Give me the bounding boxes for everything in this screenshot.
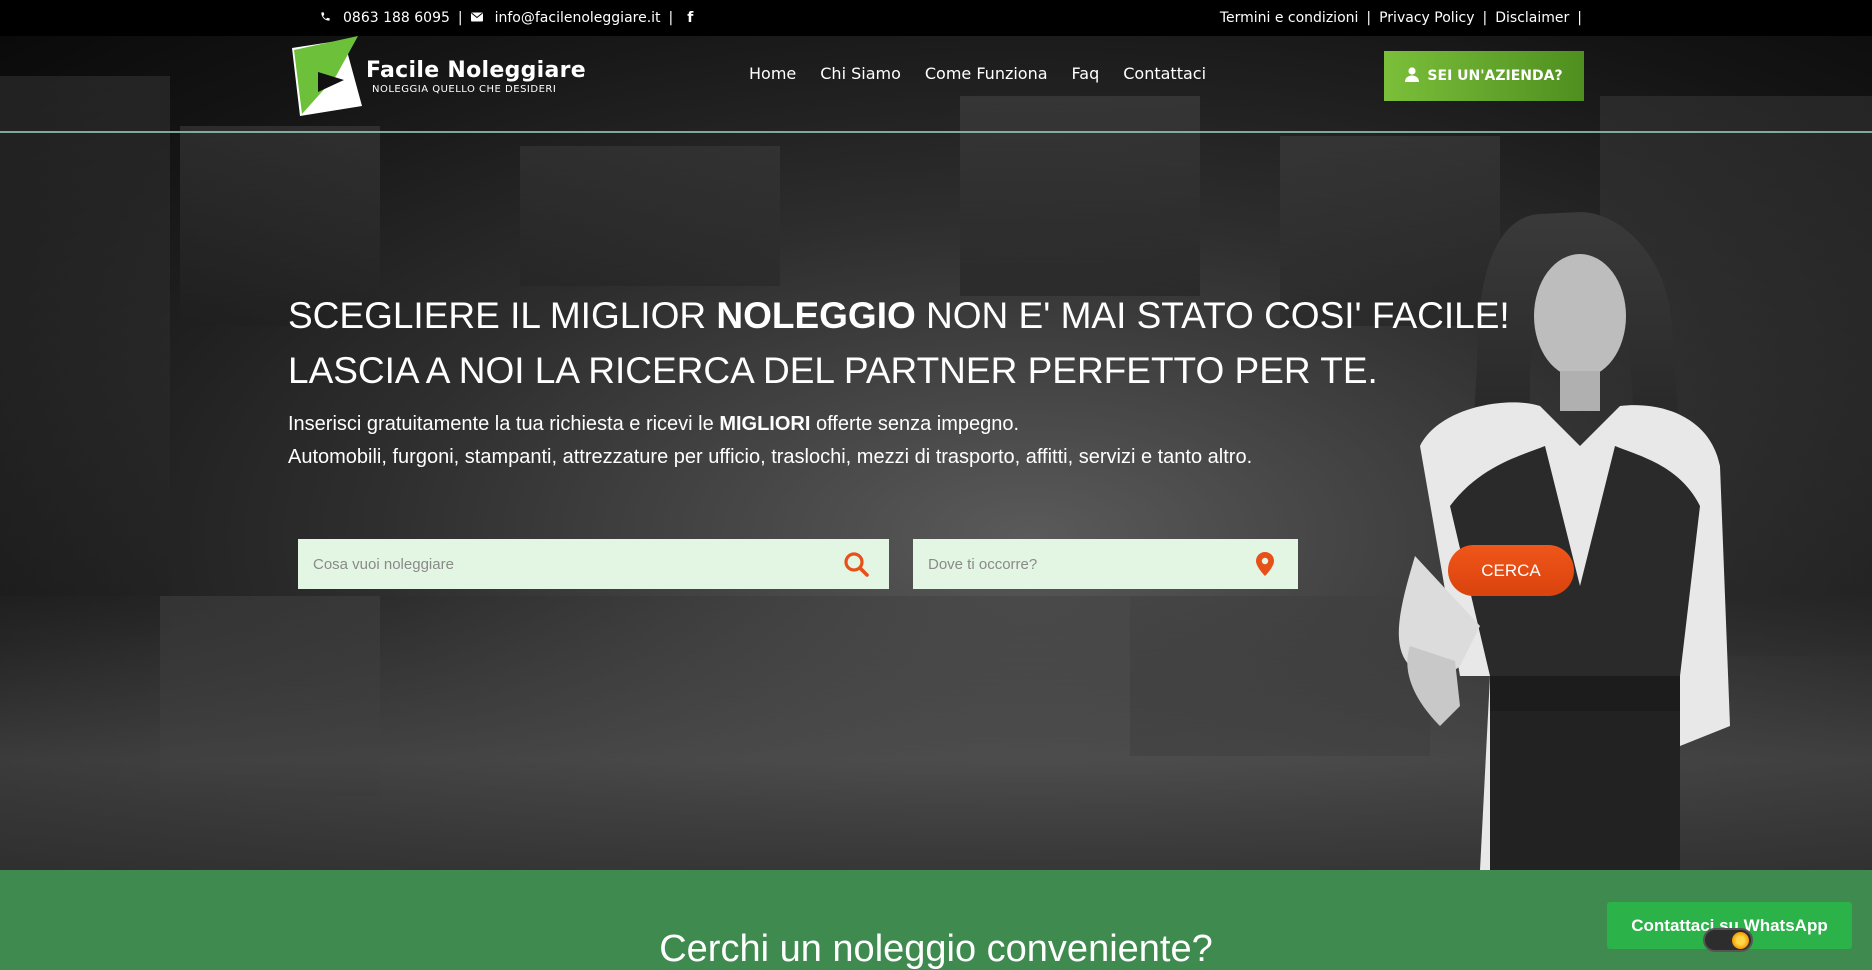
- nav-chi-siamo[interactable]: Chi Siamo: [820, 64, 901, 83]
- legal-links: Termini e condizioni | Privacy Policy | …: [1220, 10, 1582, 26]
- nav-come-funziona[interactable]: Come Funziona: [925, 64, 1048, 83]
- disclaimer-link[interactable]: Disclaimer: [1495, 10, 1569, 26]
- theme-toggle[interactable]: [1703, 928, 1753, 952]
- company-button-label: SEI UN'AZIENDA?: [1427, 68, 1563, 84]
- header-divider: [0, 131, 1872, 133]
- location-pin-icon[interactable]: [1256, 552, 1274, 580]
- nav-faq[interactable]: Faq: [1072, 64, 1100, 83]
- hero-headline: SCEGLIERE IL MIGLIOR NOLEGGIO NON E' MAI…: [288, 288, 1510, 398]
- background-block: [520, 146, 780, 286]
- what-input[interactable]: [313, 555, 889, 573]
- separator: |: [1366, 10, 1372, 26]
- hero-subtitle: Inserisci gratuitamente la tua richiesta…: [288, 408, 1378, 474]
- headline-line-2: LASCIA A NOI LA RICERCA DEL PARTNER PERF…: [288, 350, 1378, 391]
- separator: |: [1482, 10, 1488, 26]
- brand-tagline: NOLEGGIA QUELLO CHE DESIDERI: [372, 84, 557, 95]
- where-input[interactable]: [928, 555, 1298, 573]
- background-block: [960, 96, 1200, 296]
- privacy-link[interactable]: Privacy Policy: [1379, 10, 1474, 26]
- subtitle-line-1: Inserisci gratuitamente la tua richiesta…: [288, 413, 1020, 435]
- separator: |: [457, 10, 463, 26]
- what-field: [298, 539, 889, 589]
- headline-line-1: SCEGLIERE IL MIGLIOR NOLEGGIO NON E' MAI…: [288, 295, 1510, 336]
- email-link[interactable]: info@facilenoleggiare.it: [495, 10, 661, 26]
- where-field: [913, 539, 1298, 589]
- terms-link[interactable]: Termini e condizioni: [1220, 10, 1359, 26]
- site-logo[interactable]: Facile Noleggiare NOLEGGIA QUELLO CHE DE…: [288, 36, 588, 118]
- top-bar: 0863 188 6095 | info@facilenoleggiare.it…: [0, 0, 1872, 36]
- user-icon: [1405, 66, 1420, 86]
- company-button[interactable]: SEI UN'AZIENDA?: [1384, 51, 1584, 101]
- facebook-icon[interactable]: f: [687, 10, 693, 26]
- separator: |: [1577, 10, 1582, 26]
- mail-icon: [470, 11, 483, 25]
- nav-home[interactable]: Home: [749, 64, 796, 83]
- search-button-label: CERCA: [1481, 560, 1541, 580]
- phone-icon: [320, 11, 331, 25]
- logo-mark-icon: [292, 36, 362, 116]
- separator: |: [668, 10, 674, 26]
- brand-name: Facile Noleggiare: [366, 58, 587, 83]
- subtitle-line-2: Automobili, furgoni, stampanti, attrezza…: [288, 446, 1253, 468]
- background-block: [0, 76, 170, 636]
- hero-section: Facile Noleggiare NOLEGGIA QUELLO CHE DE…: [0, 36, 1872, 870]
- search-button[interactable]: CERCA: [1448, 545, 1574, 596]
- toggle-knob: [1732, 932, 1749, 949]
- search-icon[interactable]: [843, 551, 869, 581]
- section-title: Cerchi un noleggio conveniente?: [659, 928, 1213, 970]
- contact-info: 0863 188 6095 | info@facilenoleggiare.it…: [320, 10, 693, 26]
- nav-contattaci[interactable]: Contattaci: [1123, 64, 1206, 83]
- phone-link[interactable]: 0863 188 6095: [343, 10, 450, 26]
- intro-section: Cerchi un noleggio conveniente?: [0, 870, 1872, 970]
- main-nav: Home Chi Siamo Come Funziona Faq Contatt…: [749, 64, 1206, 83]
